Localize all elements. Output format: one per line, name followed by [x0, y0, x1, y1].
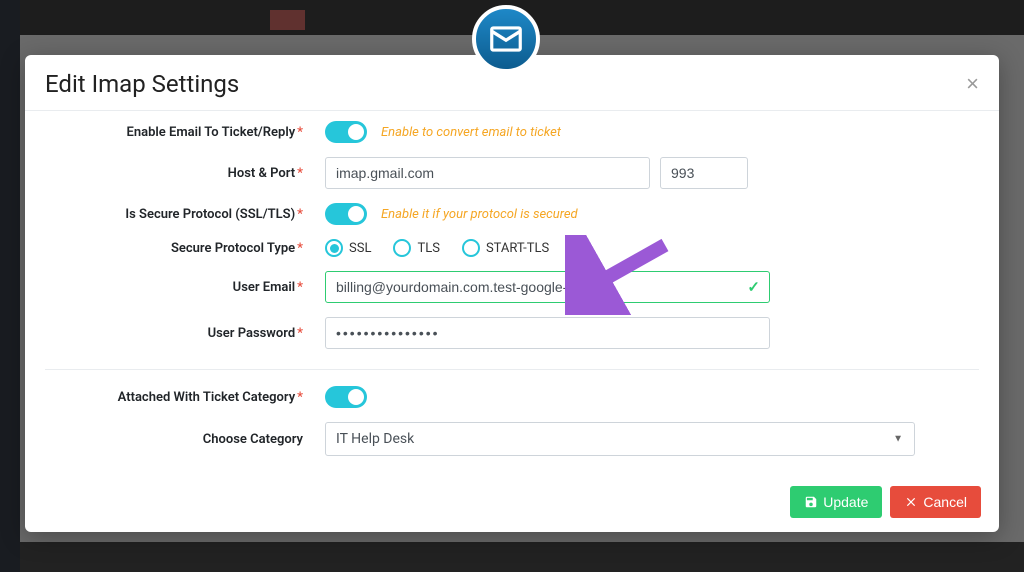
radio-ssl[interactable]: SSL	[325, 239, 371, 257]
user-email-row: User Email* ✓	[45, 271, 979, 303]
radio-circle-icon	[462, 239, 480, 257]
radio-circle-icon	[325, 239, 343, 257]
envelope-icon	[487, 20, 525, 58]
category-label: Choose Category	[45, 432, 325, 447]
enable-email-toggle[interactable]	[325, 121, 367, 143]
modal-footer: Update Cancel	[25, 474, 999, 532]
secure-protocol-row: Is Secure Protocol (SSL/TLS)* Enable it …	[45, 203, 979, 225]
modal-body: Enable Email To Ticket/Reply* Enable to …	[25, 111, 999, 474]
save-icon	[804, 495, 818, 509]
host-port-row: Host & Port*	[45, 157, 979, 189]
secure-protocol-toggle[interactable]	[325, 203, 367, 225]
enable-email-hint: Enable to convert email to ticket	[381, 125, 561, 140]
enable-email-row: Enable Email To Ticket/Reply* Enable to …	[45, 121, 979, 143]
chevron-down-icon: ▼	[893, 434, 903, 445]
user-email-label: User Email*	[45, 280, 325, 295]
radio-tls[interactable]: TLS	[393, 239, 439, 257]
radio-circle-icon	[393, 239, 411, 257]
user-email-input[interactable]	[325, 271, 770, 303]
radio-start-tls[interactable]: START-TLS	[462, 239, 549, 257]
edit-imap-settings-modal: Edit Imap Settings × Enable Email To Tic…	[25, 55, 999, 532]
port-input[interactable]	[660, 157, 748, 189]
check-icon: ✓	[747, 278, 760, 296]
attached-category-toggle[interactable]	[325, 386, 367, 408]
category-row: Choose Category IT Help Desk ▼	[45, 422, 979, 456]
update-button[interactable]: Update	[790, 486, 882, 518]
user-password-input[interactable]	[325, 317, 770, 349]
host-input[interactable]	[325, 157, 650, 189]
host-port-label: Host & Port*	[45, 166, 325, 181]
close-button[interactable]: ×	[966, 73, 979, 95]
user-password-label: User Password*	[45, 326, 325, 341]
modal-title: Edit Imap Settings	[45, 70, 239, 98]
secure-protocol-hint: Enable it if your protocol is secured	[381, 207, 578, 222]
close-icon	[904, 495, 918, 509]
user-password-row: User Password*	[45, 317, 979, 349]
divider	[45, 369, 979, 370]
attached-category-row: Attached With Ticket Category*	[45, 386, 979, 408]
category-select[interactable]: IT Help Desk ▼	[325, 422, 915, 456]
protocol-type-row: Secure Protocol Type* SSL TLS START-TLS	[45, 239, 979, 257]
envelope-badge	[472, 5, 540, 73]
attached-category-label: Attached With Ticket Category*	[45, 390, 325, 405]
cancel-button[interactable]: Cancel	[890, 486, 981, 518]
protocol-type-label: Secure Protocol Type*	[45, 241, 325, 256]
enable-email-label: Enable Email To Ticket/Reply*	[45, 125, 325, 140]
secure-protocol-label: Is Secure Protocol (SSL/TLS)*	[45, 207, 325, 222]
